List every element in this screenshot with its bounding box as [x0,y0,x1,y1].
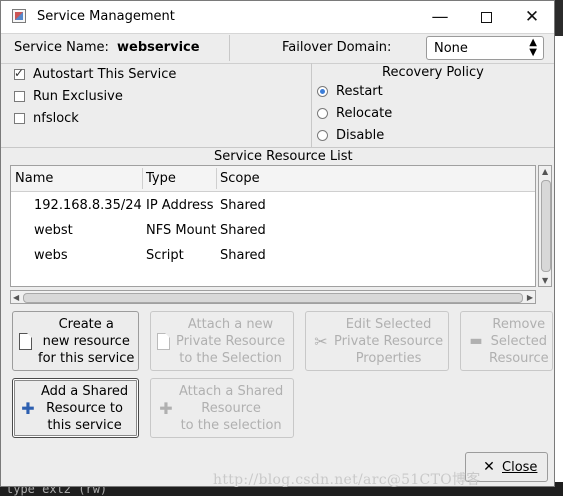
edit-selected-resource-label: Edit Selected Private Resource Propertie… [334,316,444,366]
window-title: Service Management [37,9,175,24]
run-exclusive-checkbox[interactable]: Run Exclusive [14,87,123,105]
service-name-row: Service Name: webservice Failover Domain… [1,33,554,64]
scrollbar-thumb[interactable] [541,180,551,272]
nfslock-checkbox[interactable]: nfslock [14,109,79,127]
failover-domain-label: Failover Domain: [282,40,392,55]
relocate-radio[interactable]: Relocate [317,104,392,122]
radio-selected-icon [317,85,328,97]
background-terminal-right [555,36,563,496]
app-icon [12,9,26,23]
table-row[interactable]: webst NFS Mount Shared [11,218,535,243]
wrench-icon: ✂ [314,331,328,351]
service-name-label: Service Name: [14,40,109,55]
nfslock-label: nfslock [33,110,79,126]
remove-selected-resource-button[interactable]: ▬ Remove Selected Resource [460,311,553,371]
cell-scope: Shared [220,223,266,238]
radio-icon [317,107,328,119]
cell-name: webst [34,223,73,238]
cell-type: Script [146,248,184,263]
close-x-icon: ✕ [483,459,495,475]
scroll-up-arrow-icon[interactable]: ▲ [542,167,548,176]
close-label: Close [502,459,538,475]
table-row[interactable]: webs Script Shared [11,243,535,268]
attach-private-resource-button[interactable]: Attach a new Private Resource to the Sel… [150,311,294,371]
plus-icon: ✚ [159,398,173,418]
attach-shared-resource-button[interactable]: ✚ Attach a Shared Resource to the select… [150,378,294,438]
cell-scope: Shared [220,248,266,263]
table-row[interactable]: 192.168.8.35/24 IP Address Shared [11,193,535,218]
disable-label: Disable [336,127,385,143]
cell-name: 192.168.8.35/24 [34,198,142,213]
watermark: http://blog.csdn.net/arc@51CTO博客 [213,472,481,488]
resource-table[interactable]: Name Type Scope 192.168.8.35/24 IP Addre… [10,165,536,287]
restart-radio[interactable]: Restart [317,82,383,100]
minus-icon: ▬ [469,333,483,349]
autostart-label: Autostart This Service [33,66,177,82]
new-document-icon [19,332,32,350]
scroll-down-arrow-icon[interactable]: ▼ [542,276,548,285]
relocate-label: Relocate [336,105,393,121]
recovery-policy-title: Recovery Policy [382,65,484,80]
checkbox-icon [14,112,25,124]
scroll-right-arrow-icon[interactable]: ▶ [527,293,533,302]
cell-name: webs [34,248,68,263]
create-resource-label: Create a new resource for this service [38,316,135,366]
maximize-button[interactable] [463,3,509,31]
divider [229,35,230,61]
title-bar: Service Management — ✕ [1,1,554,34]
radio-icon [317,129,328,141]
service-management-window: Service Management — ✕ Service Name: web… [0,0,555,488]
column-scope[interactable]: Scope [220,171,260,186]
failover-domain-value: None [434,41,468,56]
cell-type: IP Address [146,198,214,213]
spin-arrows-icon: ▲ ▼ [529,37,537,58]
autostart-checkbox[interactable]: Autostart This Service [14,65,176,83]
column-divider [216,168,217,189]
cell-type: NFS Mount [146,223,217,238]
horizontal-scrollbar[interactable]: ◀ ▶ [10,290,536,304]
attach-shared-resource-label: Attach a Shared Resource to the selectio… [179,383,284,433]
failover-domain-select[interactable]: None ▲ ▼ [426,36,544,60]
scroll-left-arrow-icon[interactable]: ◀ [13,293,19,302]
remove-selected-resource-label: Remove Selected Resource [489,316,549,366]
new-document-icon [157,332,170,350]
run-exclusive-label: Run Exclusive [33,88,123,104]
column-type[interactable]: Type [146,171,176,186]
service-name-value: webservice [117,40,200,55]
add-shared-resource-label: Add a Shared Resource to this service [41,383,129,433]
scrollbar-thumb[interactable] [23,293,523,303]
divider [311,63,312,147]
create-resource-button[interactable]: Create a new resource for this service [12,311,139,371]
checkbox-icon [14,90,25,102]
table-header: Name Type Scope [11,166,535,192]
attach-private-resource-label: Attach a new Private Resource to the Sel… [176,316,286,366]
divider [1,147,554,148]
plus-icon: ✚ [21,398,35,418]
close-window-button[interactable]: ✕ [509,3,555,31]
vertical-scrollbar[interactable]: ▲ ▼ [538,165,552,287]
edit-selected-resource-button[interactable]: ✂ Edit Selected Private Resource Propert… [305,311,449,371]
column-name[interactable]: Name [15,171,53,186]
minimize-button[interactable]: — [417,3,463,31]
column-divider [142,168,143,189]
disable-radio[interactable]: Disable [317,126,384,144]
restart-label: Restart [336,83,383,99]
cell-scope: Shared [220,198,266,213]
resource-list-title: Service Resource List [214,149,353,164]
maximize-icon [480,11,492,23]
add-shared-resource-button[interactable]: ✚ Add a Shared Resource to this service [12,378,139,438]
checkbox-checked-icon [14,66,25,80]
